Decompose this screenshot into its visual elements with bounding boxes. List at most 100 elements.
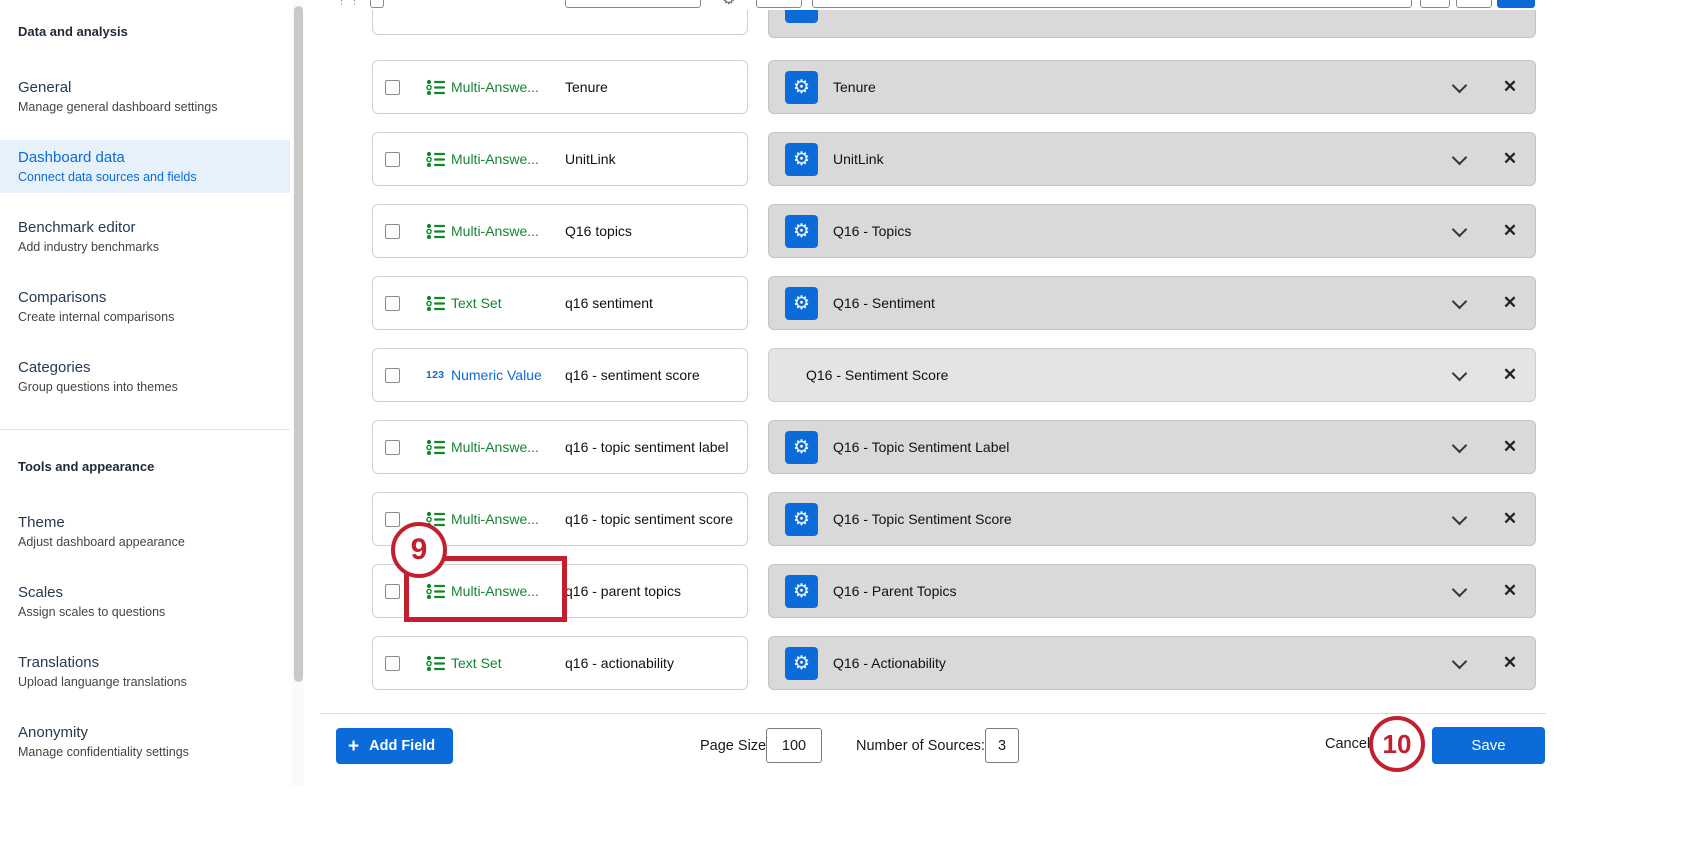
mapped-field-name: Q16 - Sentiment (833, 295, 1453, 311)
gear-button[interactable]: ⚙ (785, 143, 818, 176)
field-name[interactable]: q16 - sentiment score (565, 367, 700, 383)
field-checkbox[interactable] (385, 152, 400, 167)
field-name[interactable]: q16 - topic sentiment score (565, 511, 733, 527)
field-type-dropdown[interactable] (565, 0, 701, 8)
field-checkbox[interactable] (385, 296, 400, 311)
mapped-field-name: UnitLink (833, 151, 1453, 167)
sidebar-section-header: Tools and appearance (18, 459, 276, 474)
sidebar-item-dashboard-data[interactable]: Dashboard data Connect data sources and … (18, 149, 276, 185)
sidebar-item-title: Anonymity (18, 724, 276, 742)
sidebar-section-items: General Manage general dashboard setting… (18, 79, 276, 395)
field-checkbox[interactable] (385, 368, 400, 383)
field-row: 123 Multi-Answe... q16 - topic sentiment… (320, 420, 1700, 474)
field-type-icon: 123 (426, 151, 446, 168)
drag-handle-icon[interactable]: ⋮⋮ (336, 0, 362, 7)
gear-button[interactable]: ⚙ (785, 215, 818, 248)
gear-button[interactable]: ⚙ (785, 71, 818, 104)
close-icon[interactable]: ✕ (1501, 581, 1519, 601)
field-row: 123 Multi-Answe... UnitLink ⚙ UnitLink ✕ (320, 132, 1700, 186)
field-source-card: 123 Text Set q16 - actionability (372, 636, 748, 690)
search-input[interactable] (812, 0, 1412, 8)
chevron-down-icon[interactable] (1453, 296, 1467, 310)
sidebar-scrollbar[interactable] (292, 0, 304, 850)
field-type-label[interactable]: Text Set (451, 295, 557, 311)
mapped-field-name: Q16 - Actionability (833, 655, 1453, 671)
list-icon (426, 151, 446, 168)
close-icon[interactable]: ✕ (1501, 509, 1519, 529)
page-size-input[interactable] (766, 728, 822, 763)
field-type-label[interactable]: Multi-Answe... (451, 79, 557, 95)
sidebar-item-comparisons[interactable]: Comparisons Create internal comparisons (18, 289, 276, 325)
field-mapping-card: ⚙ Q16 - Parent Topics ✕ (768, 564, 1536, 618)
close-icon[interactable]: ✕ (1501, 149, 1519, 169)
toolbar-box[interactable] (756, 0, 802, 8)
field-name[interactable]: Q16 topics (565, 223, 632, 239)
field-type-label[interactable]: Multi-Answe... (451, 151, 557, 167)
field-name[interactable]: q16 - actionability (565, 655, 674, 671)
sidebar-item-general[interactable]: General Manage general dashboard setting… (18, 79, 276, 115)
field-name[interactable]: q16 - parent topics (565, 583, 681, 599)
sidebar-item-description: Group questions into themes (18, 379, 276, 395)
close-icon[interactable]: ✕ (1501, 653, 1519, 673)
chevron-down-icon[interactable] (1453, 584, 1467, 598)
close-icon[interactable]: ✕ (1501, 221, 1519, 241)
annotation-step-9: 9 (391, 522, 447, 578)
gear-button[interactable]: ⚙ (785, 431, 818, 464)
field-checkbox[interactable] (385, 512, 400, 527)
dashboard-settings-window: Data and analysis General Manage general… (0, 0, 1700, 850)
field-checkbox[interactable] (385, 584, 400, 599)
field-name[interactable]: q16 sentiment (565, 295, 653, 311)
gear-button-clipped[interactable] (785, 10, 818, 23)
field-name[interactable]: Tenure (565, 79, 608, 95)
number-of-sources-input[interactable] (985, 728, 1019, 763)
field-checkbox[interactable] (385, 440, 400, 455)
chevron-down-icon[interactable] (1453, 224, 1467, 238)
sidebar-item-description: Adjust dashboard appearance (18, 534, 276, 550)
toolbar-button-1[interactable] (1420, 0, 1450, 8)
chevron-down-icon[interactable] (1453, 512, 1467, 526)
field-name[interactable]: q16 - topic sentiment label (565, 439, 728, 455)
clipped-mapping-card (768, 10, 1536, 38)
chevron-down-icon[interactable] (1453, 80, 1467, 94)
gear-button[interactable]: ⚙ (785, 575, 818, 608)
field-checkbox[interactable] (385, 80, 400, 95)
cancel-button[interactable]: Cancel (1325, 736, 1370, 752)
close-icon[interactable]: ✕ (1501, 77, 1519, 97)
chevron-down-icon[interactable] (1453, 152, 1467, 166)
sidebar-item-categories[interactable]: Categories Group questions into themes (18, 359, 276, 395)
field-type-label[interactable]: Multi-Answe... (451, 511, 557, 527)
sidebar-item-translations[interactable]: Translations Upload languange translatio… (18, 654, 276, 690)
field-type-label[interactable]: Text Set (451, 655, 557, 671)
gear-button[interactable]: ⚙ (785, 647, 818, 680)
field-type-label[interactable]: Numeric Value (451, 367, 557, 383)
field-type-label[interactable]: Multi-Answe... (451, 223, 557, 239)
gear-button[interactable]: ⚙ (785, 287, 818, 320)
close-icon[interactable]: ✕ (1501, 437, 1519, 457)
sidebar-item-anonymity[interactable]: Anonymity Manage confidentiality setting… (18, 724, 276, 760)
chevron-down-icon[interactable] (1453, 368, 1467, 382)
annotation-step-10: 10 (1369, 716, 1425, 772)
field-checkbox[interactable] (385, 224, 400, 239)
field-checkbox[interactable] (385, 656, 400, 671)
gear-button[interactable]: ⚙ (785, 503, 818, 536)
trash-icon[interactable] (370, 0, 384, 8)
toolbar-primary-button[interactable] (1497, 0, 1535, 8)
field-source-card: 123 Multi-Answe... Tenure (372, 60, 748, 114)
close-icon[interactable]: ✕ (1501, 293, 1519, 313)
sidebar-item-description: Connect data sources and fields (18, 169, 276, 185)
close-icon[interactable]: ✕ (1501, 365, 1519, 385)
sidebar-item-benchmark-editor[interactable]: Benchmark editor Add industry benchmarks (18, 219, 276, 255)
add-field-button[interactable]: + Add Field (336, 728, 453, 764)
chevron-down-icon[interactable] (1453, 656, 1467, 670)
mapped-field-name: Q16 - Sentiment Score (806, 367, 1453, 383)
field-name[interactable]: UnitLink (565, 151, 616, 167)
scrollbar-thumb[interactable] (294, 6, 303, 682)
save-button[interactable]: Save (1432, 727, 1545, 764)
gear-icon[interactable]: ⚙ (722, 0, 735, 8)
toolbar-button-2[interactable] (1456, 0, 1492, 8)
sidebar-item-theme[interactable]: Theme Adjust dashboard appearance (18, 514, 276, 550)
field-row: 123 Numeric Value q16 - sentiment score … (320, 348, 1700, 402)
sidebar-item-scales[interactable]: Scales Assign scales to questions (18, 584, 276, 620)
field-type-label[interactable]: Multi-Answe... (451, 439, 557, 455)
chevron-down-icon[interactable] (1453, 440, 1467, 454)
